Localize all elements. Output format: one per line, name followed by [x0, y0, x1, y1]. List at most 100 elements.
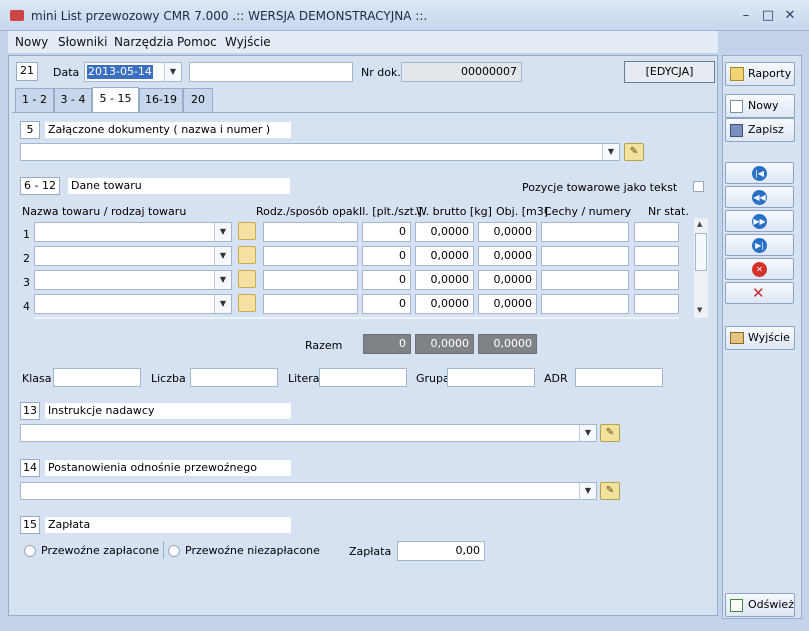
folder-icon[interactable]: [238, 270, 256, 288]
chevron-down-icon[interactable]: ▼: [602, 144, 619, 160]
scroll-down-icon[interactable]: ▼: [697, 306, 702, 314]
row-number: 1: [23, 228, 30, 241]
section-6-12-number: 6 - 12: [20, 177, 60, 195]
stat-number-field[interactable]: [634, 270, 679, 290]
section-5-title: Załączone dokumenty ( nazwa i numer ): [45, 122, 291, 138]
reports-button[interactable]: Raporty: [725, 62, 795, 86]
exit-button[interactable]: Wyjście: [725, 326, 795, 350]
weight-field[interactable]: 0,0000: [415, 222, 474, 242]
col-qty: Il. [plt./szt.]: [359, 205, 422, 218]
cancel-button[interactable]: ✕: [725, 282, 794, 304]
marks-field[interactable]: [541, 270, 629, 290]
new-button[interactable]: Nowy: [725, 94, 795, 118]
carriage-provisions-combo[interactable]: ▼: [20, 482, 597, 500]
qty-field[interactable]: 0: [362, 294, 411, 314]
delete-button[interactable]: ✕: [725, 258, 794, 280]
weight-field[interactable]: 0,0000: [415, 270, 474, 290]
header-text-field[interactable]: [189, 62, 353, 82]
stat-number-field[interactable]: [634, 246, 679, 266]
menu-narzedzia[interactable]: Narzędzia: [114, 35, 174, 49]
last-record-button[interactable]: ▶|: [725, 234, 794, 256]
weight-field[interactable]: 0,0000: [415, 246, 474, 266]
chevron-down-icon[interactable]: ▼: [214, 271, 231, 289]
menu-wyjscie[interactable]: Wyjście: [225, 35, 271, 49]
grupa-label: Grupa: [416, 372, 450, 385]
save-button[interactable]: Zapisz: [725, 118, 795, 142]
calendar-dropdown-icon[interactable]: ▼: [164, 63, 181, 81]
goods-scrollbar[interactable]: ▲ ▼: [694, 218, 708, 318]
packaging-field[interactable]: [263, 246, 358, 266]
close-button[interactable]: ✕: [777, 7, 803, 25]
next-record-button[interactable]: ▶▶: [725, 210, 794, 232]
menu-nowy[interactable]: Nowy: [15, 35, 48, 49]
stat-number-field[interactable]: [634, 294, 679, 314]
edit-note-icon[interactable]: ✎: [624, 143, 644, 161]
date-picker[interactable]: 2013-05-14 ▼: [84, 62, 182, 82]
goods-as-text-label: Pozycje towarowe jako tekst: [522, 181, 678, 194]
chevron-down-icon[interactable]: ▼: [579, 483, 596, 499]
date-value: 2013-05-14: [87, 65, 153, 79]
goods-name-combo[interactable]: ▼: [34, 270, 232, 290]
refresh-label: Odśwież: [748, 598, 794, 611]
refresh-button[interactable]: Odśwież: [725, 593, 795, 617]
tab-5-15[interactable]: 5 - 15: [92, 87, 139, 112]
tab-3-4[interactable]: 3 - 4: [54, 88, 92, 112]
unpaid-radio[interactable]: [168, 545, 180, 557]
adr-field[interactable]: [575, 368, 663, 387]
grupa-field[interactable]: [447, 368, 535, 387]
goods-name-combo[interactable]: ▼: [34, 222, 232, 242]
qty-field[interactable]: 0: [362, 270, 411, 290]
chevron-down-icon[interactable]: ▼: [214, 295, 231, 313]
tab-1-2[interactable]: 1 - 2: [15, 88, 54, 112]
goods-as-text-checkbox[interactable]: [693, 181, 704, 192]
payment-amount-field[interactable]: 0,00: [397, 541, 485, 561]
menu-slowniki[interactable]: Słowniki: [58, 35, 107, 49]
sender-instructions-combo[interactable]: ▼: [20, 424, 597, 442]
section-14-title: Postanowienia odnośnie przewoźnego: [45, 460, 291, 476]
menu-pomoc[interactable]: Pomoc: [177, 35, 217, 49]
liczba-field[interactable]: [190, 368, 278, 387]
qty-field[interactable]: 0: [362, 246, 411, 266]
stat-number-field[interactable]: [634, 222, 679, 242]
tab-20[interactable]: 20: [183, 88, 213, 112]
volume-field[interactable]: 0,0000: [478, 246, 537, 266]
marks-field[interactable]: [541, 222, 629, 242]
tab-16-19[interactable]: 16-19: [139, 88, 183, 112]
weight-field[interactable]: 0,0000: [415, 294, 474, 314]
goods-name-combo[interactable]: ▼: [34, 246, 232, 266]
liczba-label: Liczba: [151, 372, 186, 385]
chevron-down-icon[interactable]: ▼: [579, 425, 596, 441]
edit-note-icon[interactable]: ✎: [600, 482, 620, 500]
row-number: 2: [23, 252, 30, 265]
marks-field[interactable]: [541, 246, 629, 266]
refresh-icon: [730, 599, 743, 612]
first-record-button[interactable]: |◀: [725, 162, 794, 184]
klasa-field[interactable]: [53, 368, 141, 387]
chevron-down-icon[interactable]: ▼: [214, 247, 231, 265]
section-6-12-title: Dane towaru: [68, 178, 290, 194]
goods-name-combo[interactable]: ▼: [34, 294, 232, 314]
col-marks: Cechy / numery: [544, 205, 632, 218]
section-13-title: Instrukcje nadawcy: [45, 403, 291, 419]
packaging-field[interactable]: [263, 294, 358, 314]
scroll-up-icon[interactable]: ▲: [697, 220, 702, 228]
packaging-field[interactable]: [263, 270, 358, 290]
litera-field[interactable]: [319, 368, 407, 387]
volume-field[interactable]: 0,0000: [478, 294, 537, 314]
folder-icon[interactable]: [238, 294, 256, 312]
volume-field[interactable]: 0,0000: [478, 222, 537, 242]
scroll-thumb[interactable]: [695, 233, 707, 271]
previous-record-button[interactable]: ◀◀: [725, 186, 794, 208]
edit-note-icon[interactable]: ✎: [600, 424, 620, 442]
attached-docs-combo[interactable]: ▼: [20, 143, 620, 161]
folder-icon[interactable]: [238, 222, 256, 240]
packaging-field[interactable]: [263, 222, 358, 242]
folder-icon[interactable]: [238, 246, 256, 264]
marks-field[interactable]: [541, 294, 629, 314]
window-title: mini List przewozowy CMR 7.000 .:: WERSJ…: [31, 9, 428, 23]
paid-radio[interactable]: [24, 545, 36, 557]
volume-field[interactable]: 0,0000: [478, 270, 537, 290]
qty-field[interactable]: 0: [362, 222, 411, 242]
title-bar: mini List przewozowy CMR 7.000 .:: WERSJ…: [0, 0, 809, 31]
chevron-down-icon[interactable]: ▼: [214, 223, 231, 241]
